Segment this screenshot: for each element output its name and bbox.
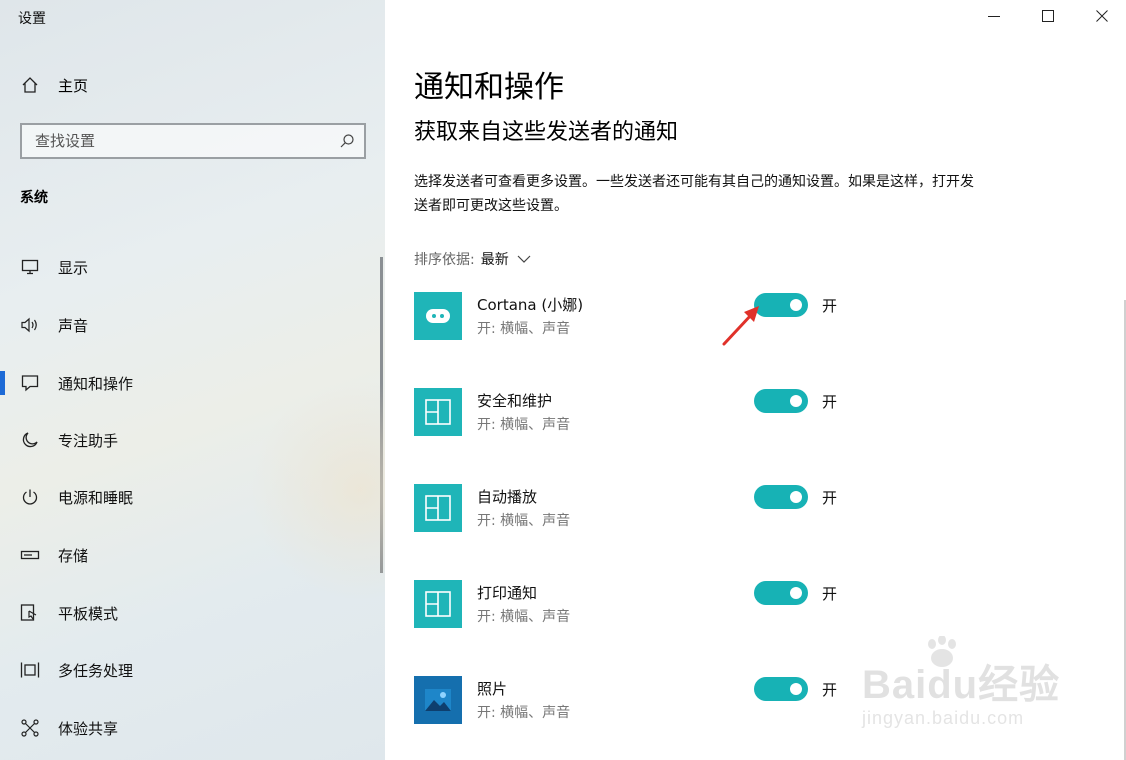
app-tile-icon — [414, 484, 462, 532]
moon-icon — [20, 430, 40, 450]
sender-row-photos[interactable]: 照片 开: 横幅、声音 开 — [414, 676, 874, 726]
app-tile-icon — [414, 580, 462, 628]
sender-status: 开: 横幅、声音 — [477, 705, 571, 721]
section-subtitle: 获取来自这些发送者的通知 — [414, 120, 679, 145]
sidebar-item-tablet-mode[interactable]: 平板模式 — [0, 593, 380, 633]
home-label: 主页 — [58, 76, 89, 95]
close-icon — [1096, 10, 1108, 22]
sidebar-item-power-sleep[interactable]: 电源和睡眠 — [0, 477, 380, 517]
sidebar-item-label: 专注助手 — [58, 431, 119, 450]
sender-name: Cortana (小娜) — [477, 296, 584, 314]
page-title: 通知和操作 — [414, 70, 564, 105]
sender-name: 打印通知 — [477, 584, 538, 602]
notification-toggle[interactable] — [754, 677, 808, 701]
sender-name: 自动播放 — [477, 488, 538, 506]
window-title: 设置 — [18, 11, 46, 27]
sender-status: 开: 横幅、声音 — [477, 321, 571, 337]
sender-status: 开: 横幅、声音 — [477, 417, 571, 433]
sidebar-item-storage[interactable]: 存储 — [0, 535, 380, 575]
sort-label: 排序依据: — [414, 252, 475, 268]
active-indicator — [0, 371, 5, 395]
toggle-state-label: 开 — [822, 393, 838, 411]
sort-value: 最新 — [480, 252, 509, 268]
search-input[interactable] — [35, 132, 330, 150]
description-text: 选择发送者可查看更多设置。一些发送者还可能有其自己的通知设置。如果是这样，打开发… — [414, 174, 974, 214]
sidebar-item-label: 平板模式 — [58, 604, 119, 623]
monitor-icon — [20, 257, 40, 277]
annotation-arrow-icon — [722, 306, 759, 346]
minimize-icon — [988, 16, 1000, 17]
sidebar-item-label: 电源和睡眠 — [58, 488, 134, 507]
toggle-knob — [790, 395, 802, 407]
sidebar-item-focus-assist[interactable]: 专注助手 — [0, 420, 380, 460]
section-heading: 系统 — [20, 190, 48, 206]
toggle-state-label: 开 — [822, 297, 838, 315]
home-link[interactable]: 主页 — [20, 74, 88, 96]
chevron-down-icon — [517, 255, 531, 263]
sidebar-item-display[interactable]: 显示 — [0, 247, 380, 287]
sidebar-item-sound[interactable]: 声音 — [0, 305, 380, 345]
sender-row-autoplay[interactable]: 自动播放 开: 横幅、声音 开 — [414, 484, 874, 534]
watermark: Baidu经验 jingyan.baidu.com — [862, 636, 1072, 746]
storage-icon — [20, 545, 40, 565]
sidebar-item-label: 显示 — [58, 258, 89, 277]
toggle-knob — [790, 491, 802, 503]
home-icon — [20, 76, 40, 94]
photos-icon — [414, 676, 462, 724]
search-box[interactable] — [20, 123, 366, 159]
toggle-state-label: 开 — [822, 585, 838, 603]
sidebar-scrollbar[interactable] — [380, 257, 383, 573]
sidebar-item-notifications[interactable]: 通知和操作 — [0, 363, 380, 403]
sidebar-item-label: 存储 — [58, 546, 89, 565]
sidebar-item-label: 声音 — [58, 316, 89, 335]
sender-row-security-maintenance[interactable]: 安全和维护 开: 横幅、声音 开 — [414, 388, 874, 438]
maximize-button[interactable] — [1025, 0, 1071, 32]
watermark-url: jingyan.baidu.com — [862, 708, 1025, 728]
sender-name: 安全和维护 — [477, 392, 553, 410]
share-icon — [20, 718, 40, 738]
notification-icon — [20, 373, 40, 393]
sidebar-item-label: 通知和操作 — [58, 374, 134, 393]
sidebar-item-label: 体验共享 — [58, 719, 119, 738]
app-tile-icon — [414, 388, 462, 436]
sidebar: 设置 主页 系统 显示 声音 通知和操作 专注助手 — [0, 0, 385, 760]
toggle-knob — [790, 299, 802, 311]
sender-name: 照片 — [477, 680, 508, 698]
sidebar-item-shared-experiences[interactable]: 体验共享 — [0, 708, 380, 748]
sidebar-item-label: 多任务处理 — [58, 661, 134, 680]
watermark-brand: Baidu经验 — [862, 663, 1061, 707]
speaker-icon — [20, 315, 40, 335]
sender-status: 开: 横幅、声音 — [477, 609, 571, 625]
sort-dropdown[interactable]: 排序依据: 最新 — [414, 249, 531, 269]
notification-toggle[interactable] — [754, 581, 808, 605]
toggle-knob — [790, 683, 802, 695]
sender-row-cortana[interactable]: Cortana (小娜) 开: 横幅、声音 开 — [414, 292, 874, 342]
close-button[interactable] — [1079, 0, 1125, 32]
maximize-icon — [1042, 10, 1054, 22]
sender-row-print-notifications[interactable]: 打印通知 开: 横幅、声音 开 — [414, 580, 874, 630]
tablet-mode-icon — [20, 603, 40, 623]
toggle-state-label: 开 — [822, 489, 838, 507]
toggle-state-label: 开 — [822, 681, 838, 699]
notification-toggle[interactable] — [754, 485, 808, 509]
multitasking-icon — [20, 660, 40, 680]
toggle-knob — [790, 587, 802, 599]
search-icon[interactable] — [330, 133, 364, 149]
sidebar-item-multitasking[interactable]: 多任务处理 — [0, 650, 380, 690]
power-icon — [20, 487, 40, 507]
cortana-icon — [414, 292, 462, 340]
notification-toggle[interactable] — [754, 389, 808, 413]
sender-status: 开: 横幅、声音 — [477, 513, 571, 529]
minimize-button[interactable] — [971, 0, 1017, 32]
